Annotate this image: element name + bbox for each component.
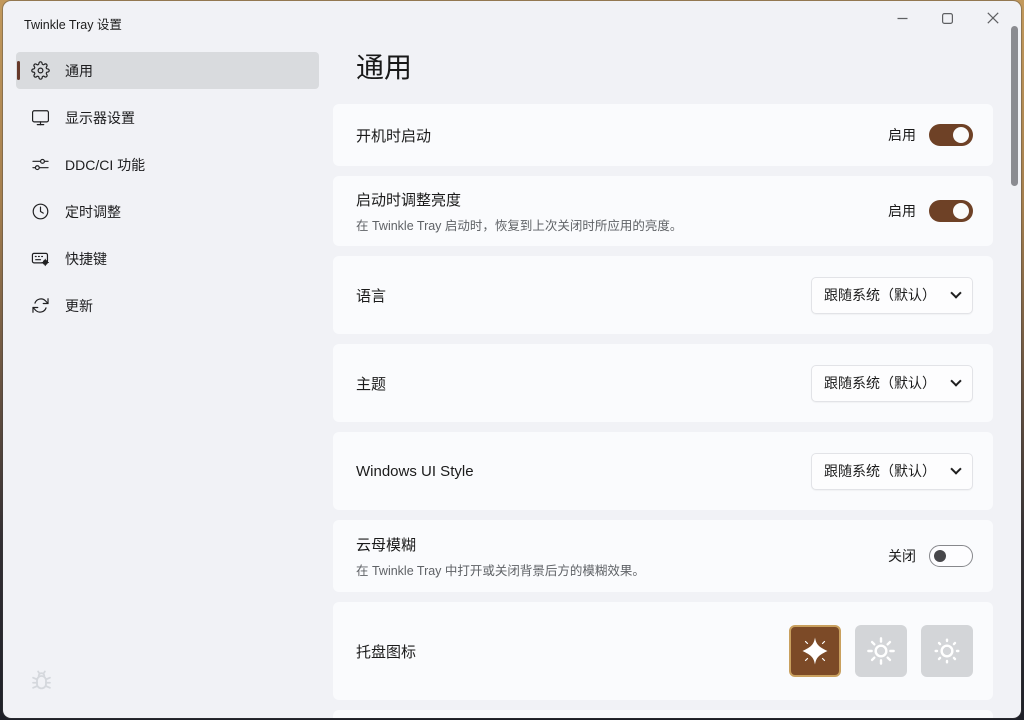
keyboard-gear-icon	[31, 249, 50, 268]
toggle-knob	[934, 550, 946, 562]
sun-dim-icon	[931, 635, 963, 667]
chevron-down-icon	[950, 287, 961, 298]
maximize-button[interactable]	[925, 3, 970, 33]
close-icon	[987, 12, 999, 24]
tray-icon-options	[789, 625, 973, 677]
gear-icon	[31, 61, 50, 80]
theme-select[interactable]: 跟随系统（默认）	[811, 365, 973, 402]
page-title: 通用	[356, 49, 993, 87]
row-subtitle: 在 Twinkle Tray 启动时，恢复到上次关闭时所应用的亮度。	[356, 215, 888, 234]
sparkle-icon	[799, 635, 831, 667]
select-value: 跟随系统（默认）	[824, 285, 936, 305]
chevron-down-icon	[950, 375, 961, 386]
setting-row-language: 语言 跟随系统（默认）	[333, 256, 993, 334]
refresh-icon	[31, 296, 50, 315]
selected-indicator	[17, 61, 20, 80]
tray-icon-sparkle-button[interactable]	[789, 625, 841, 677]
setting-row-theme: 主题 跟随系统（默认）	[333, 344, 993, 422]
sidebar-item-monitor-settings[interactable]: 显示器设置	[16, 99, 319, 136]
sidebar-item-general[interactable]: 通用	[16, 52, 319, 89]
sidebar-item-time-adjust[interactable]: 定时调整	[16, 193, 319, 230]
toggle-knob	[953, 127, 969, 143]
row-label: 云母模糊	[356, 534, 888, 555]
sidebar-item-ddcci[interactable]: DDC/CI 功能	[16, 146, 319, 183]
row-label: Windows UI Style	[356, 463, 811, 480]
titlebar: Twinkle Tray 设置	[3, 1, 1021, 41]
window-controls	[880, 3, 1015, 33]
row-label: 语言	[356, 285, 811, 306]
close-button[interactable]	[970, 3, 1015, 33]
chevron-down-icon	[950, 463, 961, 474]
bug-icon[interactable]	[28, 667, 55, 694]
window-title: Twinkle Tray 设置	[24, 14, 122, 33]
sidebar-item-label: 通用	[65, 61, 93, 81]
row-label: 开机时启动	[356, 125, 888, 146]
ui-style-select[interactable]: 跟随系统（默认）	[811, 453, 973, 490]
clock-icon	[31, 202, 50, 221]
toggle-status-label: 启用	[888, 125, 916, 145]
setting-row-mica-blur: 云母模糊 在 Twinkle Tray 中打开或关闭背景后方的模糊效果。 关闭	[333, 520, 993, 592]
tray-icon-sun-button[interactable]	[855, 625, 907, 677]
maximize-icon	[942, 13, 953, 24]
setting-row-ui-style: Windows UI Style 跟随系统（默认）	[333, 432, 993, 510]
minimize-icon	[897, 13, 908, 24]
vertical-scrollbar-thumb[interactable]	[1011, 26, 1018, 186]
sidebar-item-label: 定时调整	[65, 202, 121, 222]
sidebar: 通用 显示器设置 DDC/CI 功能 定时调整 快捷键	[16, 52, 319, 334]
sidebar-item-label: 快捷键	[65, 249, 107, 269]
select-value: 跟随系统（默认）	[824, 373, 936, 393]
minimize-button[interactable]	[880, 3, 925, 33]
row-label: 主题	[356, 373, 811, 394]
sidebar-item-hotkeys[interactable]: 快捷键	[16, 240, 319, 277]
setting-row-tray-icon: 托盘图标	[333, 602, 993, 700]
row-subtitle: 在 Twinkle Tray 中打开或关闭背景后方的模糊效果。	[356, 560, 888, 579]
setting-row-startup: 开机时启动 启用	[333, 104, 993, 166]
language-select[interactable]: 跟随系统（默认）	[811, 277, 973, 314]
restore-brightness-toggle[interactable]	[929, 200, 973, 222]
toggle-status-label: 启用	[888, 201, 916, 221]
toggle-knob	[953, 203, 969, 219]
select-value: 跟随系统（默认）	[824, 461, 936, 481]
toggle-status-label: 关闭	[888, 546, 916, 566]
setting-row-restore-brightness: 启动时调整亮度 在 Twinkle Tray 启动时，恢复到上次关闭时所应用的亮…	[333, 176, 993, 246]
sidebar-item-update[interactable]: 更新	[16, 287, 319, 324]
startup-toggle[interactable]	[929, 124, 973, 146]
sidebar-item-label: 显示器设置	[65, 108, 135, 128]
monitor-icon	[31, 108, 50, 127]
row-label: 托盘图标	[356, 641, 789, 662]
mica-blur-toggle[interactable]	[929, 545, 973, 567]
setting-row-analytics: 分析	[333, 710, 993, 718]
sidebar-item-label: DDC/CI 功能	[65, 155, 145, 175]
sun-icon	[865, 635, 897, 667]
main-content: 通用 开机时启动 启用 启动时调整亮度 在 Twinkle Tray 启动时，恢…	[333, 45, 993, 718]
sidebar-item-label: 更新	[65, 296, 93, 316]
tray-icon-sun-dim-button[interactable]	[921, 625, 973, 677]
settings-window: Twinkle Tray 设置	[3, 1, 1021, 718]
sliders-icon	[31, 155, 50, 174]
row-label: 启动时调整亮度	[356, 189, 888, 210]
